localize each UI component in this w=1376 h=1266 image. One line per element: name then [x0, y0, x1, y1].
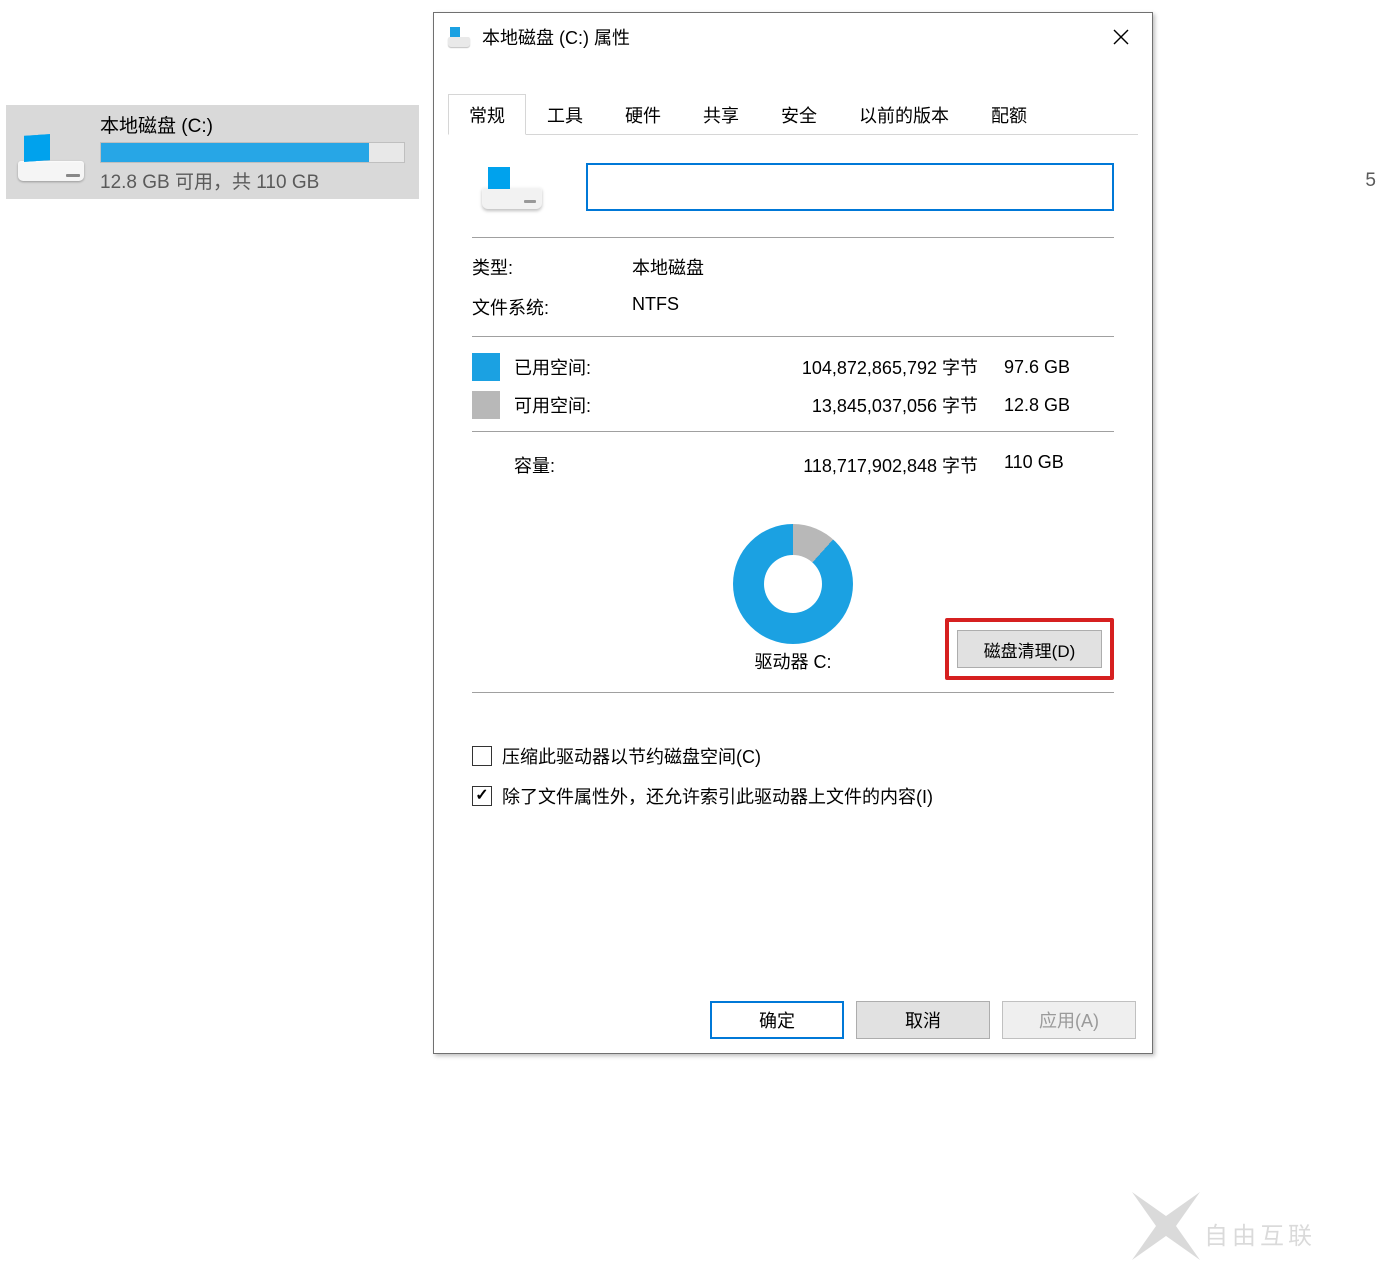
type-filesystem: 类型: 本地磁盘 文件系统: NTFS	[472, 254, 1114, 320]
tab-quota[interactable]: 配额	[970, 94, 1048, 134]
disk-cleanup-highlight: 磁盘清理(D)	[945, 618, 1114, 680]
capacity-bytes: 118,717,902,848 字节	[650, 452, 998, 480]
separator	[472, 692, 1114, 693]
drive-usage-fill	[101, 143, 369, 162]
drive-tile-subtitle: 12.8 GB 可用，共 110 GB	[100, 167, 407, 194]
free-space-row: 可用空间: 13,845,037,056 字节 12.8 GB	[472, 391, 1114, 419]
used-human: 97.6 GB	[1004, 357, 1114, 378]
used-space-row: 已用空间: 104,872,865,792 字节 97.6 GB	[472, 353, 1114, 381]
tab-content: 类型: 本地磁盘 文件系统: NTFS 已用空间: 104,872,865,79…	[448, 135, 1138, 981]
separator	[472, 336, 1114, 337]
drive-info: 本地磁盘 (C:) 12.8 GB 可用，共 110 GB	[100, 111, 407, 194]
tab-hardware[interactable]: 硬件	[604, 94, 682, 134]
ok-button[interactable]: 确定	[710, 1001, 844, 1039]
drive-usage-bar	[100, 142, 405, 163]
capacity-human: 110 GB	[1004, 452, 1114, 480]
tab-tools[interactable]: 工具	[526, 94, 604, 134]
drive-icon	[18, 119, 84, 185]
index-checkbox[interactable]	[472, 786, 492, 806]
chart-area: 驱动器 C: 磁盘清理(D)	[472, 494, 1114, 674]
separator	[472, 431, 1114, 432]
index-checkbox-row[interactable]: 除了文件属性外，还允许索引此驱动器上文件的内容(I)	[472, 783, 1114, 809]
index-label: 除了文件属性外，还允许索引此驱动器上文件的内容(I)	[502, 783, 933, 809]
type-label: 类型:	[472, 254, 632, 280]
free-swatch	[472, 391, 500, 419]
capacity-row: 容量: 118,717,902,848 字节 110 GB	[472, 452, 1114, 480]
used-label: 已用空间:	[514, 354, 644, 380]
used-swatch	[472, 353, 500, 381]
tabs: 常规 工具 硬件 共享 安全 以前的版本 配额	[448, 95, 1138, 135]
drive-icon	[482, 163, 546, 211]
close-button[interactable]	[1094, 17, 1148, 57]
drive-tile-title: 本地磁盘 (C:)	[100, 111, 407, 138]
background-fragment: 5	[1365, 170, 1376, 192]
compress-checkbox-row[interactable]: 压缩此驱动器以节约磁盘空间(C)	[472, 743, 1114, 769]
dialog-buttons: 确定 取消 应用(A)	[710, 1001, 1136, 1039]
tab-sharing[interactable]: 共享	[682, 94, 760, 134]
filesystem-value: NTFS	[632, 294, 1114, 320]
free-human: 12.8 GB	[1004, 395, 1114, 416]
dialog-title: 本地磁盘 (C:) 属性	[482, 24, 1094, 50]
cancel-button[interactable]: 取消	[856, 1001, 990, 1039]
close-icon	[1113, 29, 1129, 45]
drive-name-input[interactable]	[586, 163, 1114, 211]
titlebar[interactable]: 本地磁盘 (C:) 属性	[434, 13, 1152, 61]
properties-dialog: 本地磁盘 (C:) 属性 常规 工具 硬件 共享 安全 以前的版本 配额 类型:…	[433, 12, 1153, 1054]
type-value: 本地磁盘	[632, 254, 1114, 280]
chart-drive-label: 驱动器 C:	[754, 648, 831, 674]
compress-label: 压缩此驱动器以节约磁盘空间(C)	[502, 743, 761, 769]
tab-general[interactable]: 常规	[448, 94, 526, 135]
filesystem-label: 文件系统:	[472, 294, 632, 320]
used-bytes: 104,872,865,792 字节	[650, 354, 998, 380]
space-section: 已用空间: 104,872,865,792 字节 97.6 GB 可用空间: 1…	[472, 353, 1114, 419]
free-bytes: 13,845,037,056 字节	[650, 392, 998, 418]
drive-tile[interactable]: 本地磁盘 (C:) 12.8 GB 可用，共 110 GB	[6, 105, 419, 199]
compress-checkbox[interactable]	[472, 746, 492, 766]
tab-security[interactable]: 安全	[760, 94, 838, 134]
checkboxes: 压缩此驱动器以节约磁盘空间(C) 除了文件属性外，还允许索引此驱动器上文件的内容…	[472, 743, 1114, 809]
usage-donut-chart	[733, 524, 853, 644]
apply-button[interactable]: 应用(A)	[1002, 1001, 1136, 1039]
tab-previous-versions[interactable]: 以前的版本	[838, 94, 970, 134]
separator	[472, 237, 1114, 238]
watermark: 自由互联	[1132, 1192, 1372, 1262]
free-label: 可用空间:	[514, 392, 644, 418]
capacity-label: 容量:	[514, 452, 644, 480]
drive-icon	[448, 25, 472, 49]
disk-cleanup-button[interactable]: 磁盘清理(D)	[957, 630, 1102, 668]
